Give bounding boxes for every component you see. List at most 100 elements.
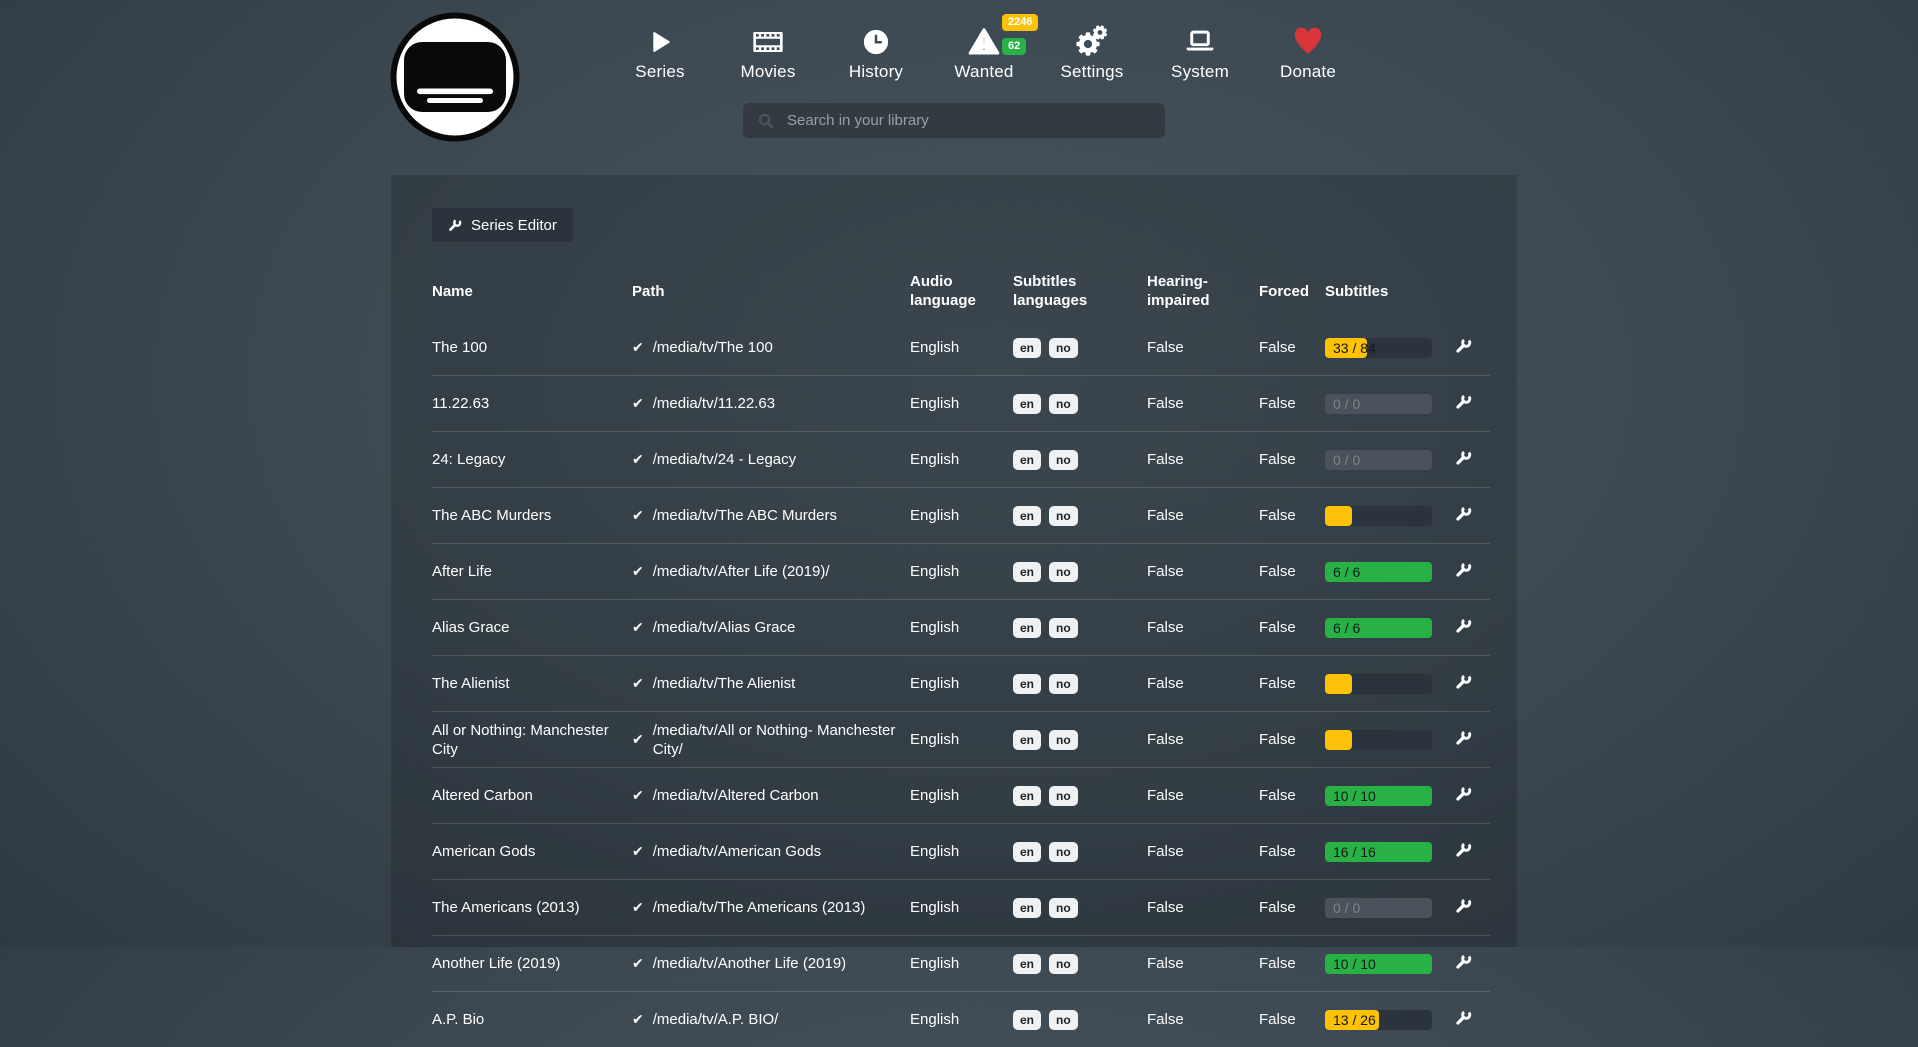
edit-series-button[interactable] <box>1455 561 1472 578</box>
nav-item-system[interactable]: System <box>1146 18 1254 82</box>
audio-language: English <box>910 656 1013 712</box>
forced-value: False <box>1259 488 1325 544</box>
gears-icon <box>1074 18 1110 58</box>
nav-label: Series <box>635 62 684 82</box>
series-path: /media/tv/After Life (2019)/ <box>653 562 830 581</box>
edit-series-button[interactable] <box>1455 953 1472 970</box>
wrench-icon <box>1455 673 1472 690</box>
edit-series-button[interactable] <box>1455 393 1472 410</box>
subtitles-languages-cell: enno <box>1013 376 1147 432</box>
language-badge-en: en <box>1013 842 1041 862</box>
table-row: 11.22.63✔/media/tv/11.22.63EnglishennoFa… <box>432 376 1490 432</box>
language-badge-en: en <box>1013 562 1041 582</box>
series-name: The 100 <box>432 320 632 376</box>
language-badge-no: no <box>1049 954 1078 974</box>
bazarr-logo[interactable] <box>390 12 520 142</box>
subtitles-progress-cell: 0 / 0 <box>1325 880 1455 936</box>
forced-value: False <box>1259 432 1325 488</box>
subtitles-progress-cell: 6 / 6 <box>1325 600 1455 656</box>
language-badge-no: no <box>1049 394 1078 414</box>
hearing-impaired-value: False <box>1147 880 1259 936</box>
language-badge-en: en <box>1013 954 1041 974</box>
nav-item-movies[interactable]: Movies <box>714 18 822 82</box>
edit-series-button[interactable] <box>1455 449 1472 466</box>
language-badge-no: no <box>1049 898 1078 918</box>
edit-series-button[interactable] <box>1455 729 1472 746</box>
path-exists-check-icon: ✔ <box>632 1010 644 1029</box>
forced-value: False <box>1259 544 1325 600</box>
language-badge-no: no <box>1049 674 1078 694</box>
nav-item-donate[interactable]: Donate <box>1254 18 1362 82</box>
search-icon <box>757 112 775 130</box>
progress-fill <box>1325 674 1352 694</box>
audio-language: English <box>910 320 1013 376</box>
progress-fill <box>1325 730 1352 750</box>
table-row: Another Life (2019)✔/media/tv/Another Li… <box>432 936 1490 992</box>
path-exists-check-icon: ✔ <box>632 954 644 973</box>
hearing-impaired-value: False <box>1147 656 1259 712</box>
edit-series-button[interactable] <box>1455 841 1472 858</box>
edit-series-button[interactable] <box>1455 617 1472 634</box>
nav-item-settings[interactable]: Settings <box>1038 18 1146 82</box>
progress-label: 10 / 10 <box>1333 786 1376 806</box>
edit-series-button[interactable] <box>1455 785 1472 802</box>
nav-item-history[interactable]: History <box>822 18 930 82</box>
edit-series-button[interactable] <box>1455 337 1472 354</box>
clock-icon <box>861 18 891 58</box>
hearing-impaired-value: False <box>1147 600 1259 656</box>
table-row: The Americans (2013)✔/media/tv/The Ameri… <box>432 880 1490 936</box>
table-row: American Gods✔/media/tv/American GodsEng… <box>432 824 1490 880</box>
edit-series-button[interactable] <box>1455 897 1472 914</box>
audio-language: English <box>910 880 1013 936</box>
nav-label: History <box>849 62 903 82</box>
language-badge-en: en <box>1013 1010 1041 1030</box>
library-search-input[interactable] <box>785 111 1165 130</box>
language-badge-no: no <box>1049 618 1078 638</box>
progress-label: 6 / 6 <box>1333 562 1360 582</box>
progress-label: 10 / 10 <box>1333 954 1376 974</box>
audio-language: English <box>910 768 1013 824</box>
col-header-audio-language: Audio language <box>910 266 1013 320</box>
series-path: /media/tv/American Gods <box>653 842 821 861</box>
wrench-icon <box>1455 729 1472 746</box>
series-name: Altered Carbon <box>432 768 632 824</box>
table-row: A.P. Bio✔/media/tv/A.P. BIO/EnglishennoF… <box>432 992 1490 1047</box>
actions-cell <box>1455 600 1490 656</box>
nav-item-series[interactable]: Series <box>606 18 714 82</box>
table-row: After Life✔/media/tv/After Life (2019)/E… <box>432 544 1490 600</box>
subtitles-languages-cell: enno <box>1013 432 1147 488</box>
laptop-icon <box>1184 18 1216 58</box>
subtitles-progress-bar <box>1325 674 1432 694</box>
subtitles-progress-bar <box>1325 730 1432 750</box>
edit-series-button[interactable] <box>1455 505 1472 522</box>
col-header-hearing-impaired: Hearing-impaired <box>1147 266 1259 320</box>
subtitles-progress-bar: 0 / 0 <box>1325 394 1432 414</box>
hearing-impaired-value: False <box>1147 432 1259 488</box>
language-badge-no: no <box>1049 450 1078 470</box>
language-badge-no: no <box>1049 842 1078 862</box>
series-editor-button[interactable]: Series Editor <box>432 208 573 242</box>
subtitles-progress-bar: 6 / 6 <box>1325 562 1432 582</box>
library-search <box>743 103 1165 138</box>
edit-series-button[interactable] <box>1455 673 1472 690</box>
series-path: /media/tv/Altered Carbon <box>653 786 819 805</box>
warning-triangle-icon <box>967 18 1001 58</box>
series-name: After Life <box>432 544 632 600</box>
subtitles-languages-cell: enno <box>1013 544 1147 600</box>
nav-item-wanted[interactable]: Wanted 2246 62 <box>930 18 1038 82</box>
actions-cell <box>1455 768 1490 824</box>
subtitles-progress-bar: 6 / 6 <box>1325 618 1432 638</box>
series-path-cell: ✔/media/tv/11.22.63 <box>632 376 910 432</box>
actions-cell <box>1455 544 1490 600</box>
col-header-subtitles: Subtitles <box>1325 266 1455 320</box>
forced-value: False <box>1259 992 1325 1047</box>
wanted-movies-badge: 62 <box>1002 38 1026 55</box>
language-badge-en: en <box>1013 618 1041 638</box>
subtitles-progress-cell: 16 / 16 <box>1325 824 1455 880</box>
table-row: The Alienist✔/media/tv/The AlienistEngli… <box>432 656 1490 712</box>
series-path-cell: ✔/media/tv/Altered Carbon <box>632 768 910 824</box>
forced-value: False <box>1259 824 1325 880</box>
subtitles-languages-cell: enno <box>1013 768 1147 824</box>
series-path: /media/tv/Another Life (2019) <box>653 954 846 973</box>
edit-series-button[interactable] <box>1455 1009 1472 1026</box>
